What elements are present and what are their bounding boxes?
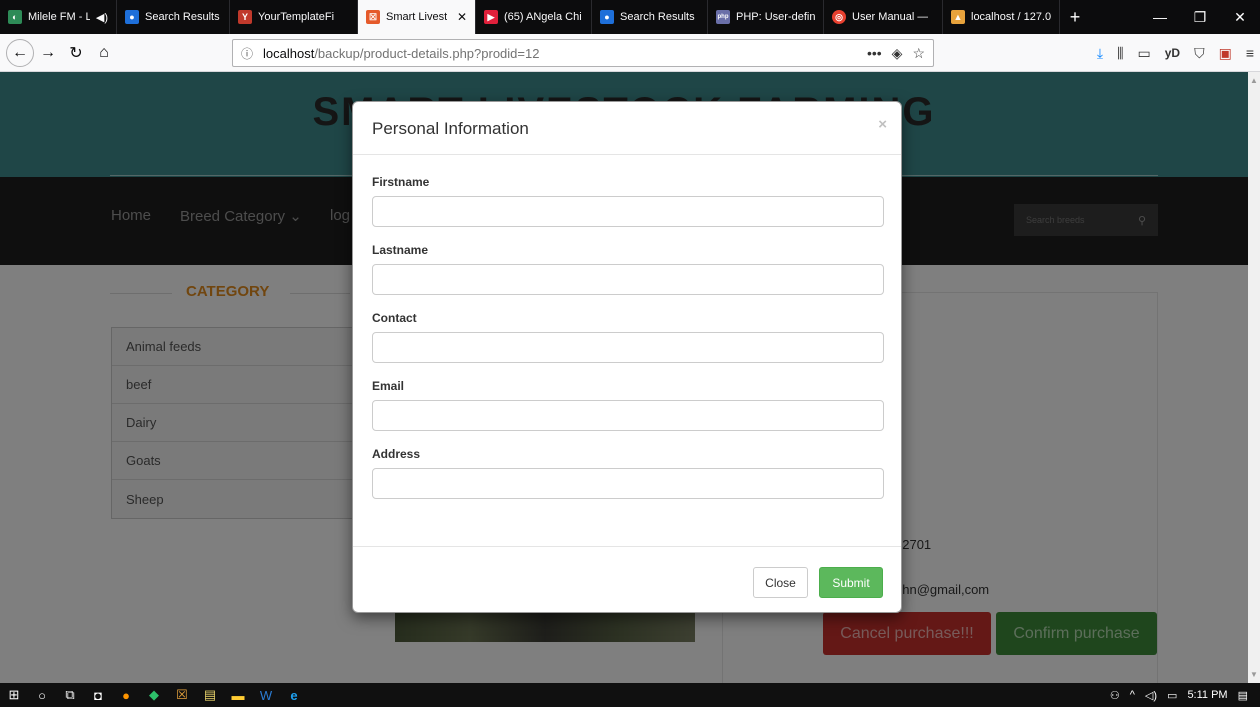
firstname-field[interactable] (372, 196, 884, 227)
forward-arrow-icon[interactable]: → (34, 39, 62, 67)
minimize-icon[interactable]: — (1140, 0, 1180, 34)
email-field[interactable] (372, 400, 884, 431)
xampp-icon[interactable]: ☒ (168, 683, 196, 707)
tab-search-results-2[interactable]: ● Search Results (592, 0, 708, 34)
close-icon[interactable]: × (878, 116, 887, 133)
firefox-icon[interactable]: ● (112, 683, 140, 707)
tab-milele-fm[interactable]: ◐ Milele FM - L ◀) (0, 0, 117, 34)
network-icon[interactable]: ▭ (1167, 689, 1177, 702)
notepad-icon[interactable]: ▤ (196, 683, 224, 707)
personal-info-modal: Personal Information × Firstname Lastnam… (352, 101, 902, 613)
ytf-favicon-icon: Y (238, 10, 252, 24)
back-arrow-icon[interactable]: ← (6, 38, 34, 67)
modal-header: Personal Information × (353, 102, 901, 155)
scroll-up-icon[interactable]: ▲ (1250, 76, 1258, 85)
lastname-label: Lastname (372, 243, 429, 257)
tab-php-manual[interactable]: php PHP: User-defin (708, 0, 824, 34)
tab-search-results-1[interactable]: ● Search Results (117, 0, 230, 34)
tab-user-manual[interactable]: ◎ User Manual — (824, 0, 943, 34)
reload-icon[interactable]: ↻ (62, 39, 90, 67)
radio-favicon-icon: ◐ (8, 10, 22, 24)
info-icon[interactable]: ⓘ (241, 45, 257, 62)
edge-icon[interactable]: e (280, 683, 308, 707)
clock[interactable]: 5:11 PM (1187, 689, 1227, 701)
search-favicon-icon: ● (125, 10, 139, 24)
lastname-field[interactable] (372, 264, 884, 295)
tab-smart-livestock[interactable]: ☒ Smart Livesto ✕ (358, 0, 476, 34)
close-button[interactable]: Close (753, 567, 808, 598)
notifications-icon[interactable]: ▤ (1238, 689, 1248, 702)
task-view-icon[interactable]: ⧉ (56, 683, 84, 707)
email-label: Email (372, 379, 405, 393)
page-actions-icon[interactable]: ••• (867, 45, 882, 62)
contact-field[interactable] (372, 332, 884, 363)
restore-icon[interactable]: ❐ (1180, 0, 1220, 34)
pocket-icon[interactable]: ◈ (892, 45, 903, 62)
address-field[interactable] (372, 468, 884, 499)
cortana-search-icon[interactable]: ○ (28, 683, 56, 707)
tray-chevron-icon[interactable]: ^ (1130, 689, 1135, 701)
url-host: localhost (263, 45, 315, 61)
tab-youtube-angela[interactable]: ▶ (65) ANgela Chi (476, 0, 592, 34)
browser-tab-strip: ◐ Milele FM - L ◀) ● Search Results Y Yo… (0, 0, 1260, 34)
store-icon[interactable]: ◘ (84, 683, 112, 707)
bookmark-star-icon[interactable]: ☆ (912, 45, 925, 62)
windows-start-icon[interactable]: ⊞ (0, 683, 28, 707)
yd-extension-icon[interactable]: yD (1165, 46, 1180, 60)
site-favicon-icon: ☒ (366, 10, 380, 24)
submit-button[interactable]: Submit (819, 567, 883, 598)
address-bar[interactable]: ⓘ localhost/backup/product-details.php?p… (232, 39, 934, 67)
phpmyadmin-favicon-icon: ▲ (951, 10, 965, 24)
close-window-icon[interactable]: ✕ (1220, 0, 1260, 34)
manual-favicon-icon: ◎ (832, 10, 846, 24)
app-icon[interactable]: ◆ (140, 683, 168, 707)
people-icon[interactable]: ⚇ (1110, 689, 1120, 702)
address-label: Address (372, 447, 421, 461)
close-tab-icon[interactable]: ✕ (457, 10, 467, 24)
modal-footer: Close Submit (353, 546, 901, 612)
firstname-label: Firstname (372, 175, 430, 189)
window-controls: — ❐ ✕ (1140, 0, 1260, 34)
speaker-icon[interactable]: ◀) (96, 11, 108, 24)
toolbar-right: ⤓ ⫼ ▭ yD ⛉ ▣ ≡ (1097, 39, 1254, 67)
url-path: /backup/product-details.php?prodid=12 (314, 45, 540, 61)
scroll-down-icon[interactable]: ▼ (1250, 670, 1258, 679)
shield-icon[interactable]: ⛉ (1194, 45, 1205, 62)
contact-label: Contact (372, 311, 417, 325)
page-viewport: SMART LIVESTOCK FARMING Home Breed Categ… (0, 72, 1248, 683)
home-icon[interactable]: ⌂ (90, 39, 118, 67)
library-icon[interactable]: ⫼ (1117, 45, 1123, 62)
youtube-favicon-icon: ▶ (484, 10, 498, 24)
search-favicon-icon: ● (600, 10, 614, 24)
ytf-extension-icon[interactable]: ▣ (1219, 45, 1232, 62)
volume-icon[interactable]: ◁) (1145, 689, 1157, 702)
php-favicon-icon: php (716, 10, 730, 24)
windows-taskbar: ⊞ ○ ⧉ ◘ ● ◆ ☒ ▤ ▬ W e ⚇ ^ ◁) ▭ 5:11 PM ▤ (0, 683, 1260, 707)
system-tray: ⚇ ^ ◁) ▭ 5:11 PM ▤ (1110, 683, 1260, 707)
page-scrollbar[interactable]: ▲ ▼ (1248, 72, 1260, 683)
file-explorer-icon[interactable]: ▬ (224, 683, 252, 707)
tab-yourtemplatefinder[interactable]: Y YourTemplateFi (230, 0, 358, 34)
download-icon[interactable]: ⤓ (1097, 45, 1103, 62)
tab-localhost-phpmyadmin[interactable]: ▲ localhost / 127.0 (943, 0, 1060, 34)
modal-title: Personal Information (372, 119, 529, 138)
new-tab-plus-icon[interactable]: + (1060, 0, 1090, 34)
word-icon[interactable]: W (252, 683, 280, 707)
sidebar-icon[interactable]: ▭ (1138, 45, 1151, 62)
browser-navbar: ← → ↻ ⌂ ⓘ localhost/backup/product-detai… (0, 34, 1260, 72)
menu-hamburger-icon[interactable]: ≡ (1246, 45, 1254, 61)
